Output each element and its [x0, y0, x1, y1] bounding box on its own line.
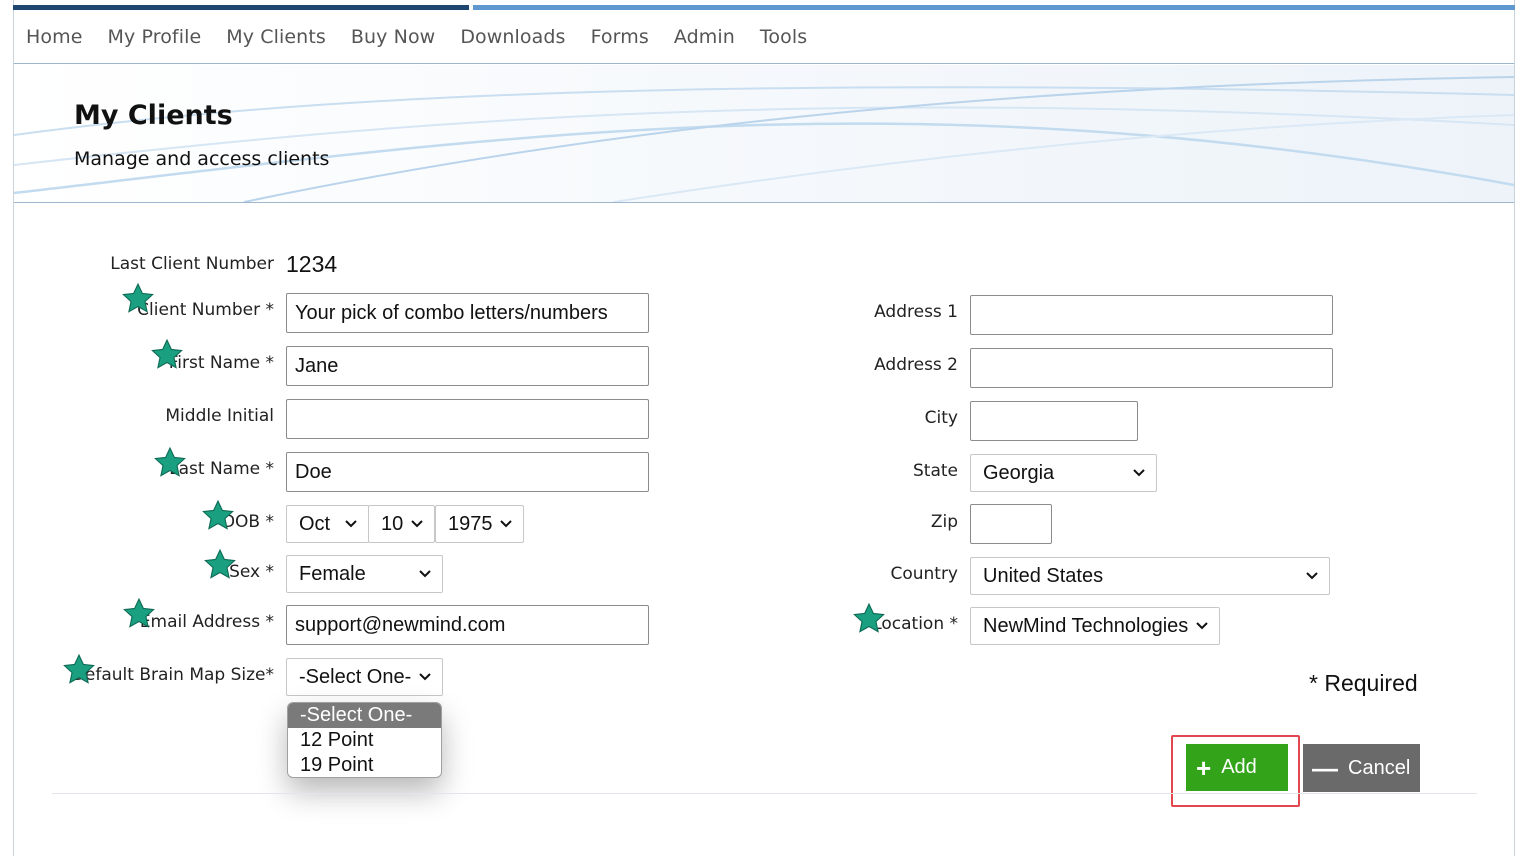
dob-month-value: Oct [299, 513, 331, 535]
brain-map-size-label: Default Brain Map Size* [71, 665, 274, 685]
chevron-down-icon [1306, 572, 1318, 580]
email-input[interactable]: support@newmind.com [286, 605, 649, 645]
sex-select[interactable]: Female [286, 555, 443, 593]
address2-label: Address 2 [874, 355, 958, 375]
city-label: City [924, 408, 958, 428]
dob-year-value: 1975 [448, 513, 493, 535]
chevron-down-icon [500, 520, 512, 528]
dropdown-option-select-one[interactable]: -Select One- [288, 703, 441, 728]
chevron-down-icon [1196, 622, 1208, 630]
client-number-label: Client Number * [137, 300, 274, 320]
star-icon [63, 653, 95, 684]
nav-item-home[interactable]: Home [26, 26, 83, 48]
last-client-number-label: Last Client Number [110, 254, 274, 274]
zip-input[interactable] [970, 504, 1052, 544]
chevron-down-icon [1133, 469, 1145, 477]
cancel-button-label: Cancel [1348, 756, 1411, 779]
dob-month-select[interactable]: Oct [286, 505, 369, 543]
page-banner: My Clients Manage and access clients [14, 65, 1514, 203]
middle-initial-input[interactable] [286, 399, 649, 439]
address1-input[interactable] [970, 295, 1333, 335]
state-label: State [913, 461, 958, 481]
state-value: Georgia [983, 462, 1055, 484]
dob-year-select[interactable]: 1975 [435, 505, 524, 543]
chevron-down-icon [345, 520, 357, 528]
nav-item-buy-now[interactable]: Buy Now [351, 26, 435, 48]
sex-value: Female [299, 563, 366, 585]
nav-item-my-profile[interactable]: My Profile [108, 26, 202, 48]
country-label: Country [890, 564, 958, 584]
plus-icon: + [1196, 752, 1212, 783]
dob-day-value: 10 [381, 513, 404, 535]
first-name-label: First Name * [168, 353, 274, 373]
middle-initial-label: Middle Initial [165, 406, 274, 426]
add-button[interactable]: + Add [1186, 744, 1288, 791]
brain-map-size-dropdown: -Select One- 12 Point 19 Point [287, 702, 442, 778]
location-select[interactable]: NewMind Technologies [970, 607, 1220, 645]
star-icon [151, 338, 183, 369]
location-value: NewMind Technologies [983, 615, 1189, 637]
brain-map-size-select[interactable]: -Select One- [286, 658, 443, 696]
city-input[interactable] [970, 401, 1138, 441]
nav-item-downloads[interactable]: Downloads [460, 26, 565, 48]
last-name-input[interactable]: Doe [286, 452, 649, 492]
state-select[interactable]: Georgia [970, 454, 1157, 492]
dropdown-option-19-point[interactable]: 19 Point [288, 753, 441, 777]
first-name-input[interactable]: Jane [286, 346, 649, 386]
star-icon [123, 597, 155, 628]
chevron-down-icon [419, 673, 431, 681]
chevron-down-icon [419, 570, 431, 578]
brain-map-size-value: -Select One- [299, 666, 412, 688]
minus-icon: — [1312, 753, 1338, 783]
star-icon [154, 446, 186, 477]
page-subtitle: Manage and access clients [74, 148, 330, 170]
email-label: Email Address * [139, 612, 274, 632]
nav-item-forms[interactable]: Forms [591, 26, 649, 48]
country-select[interactable]: United States [970, 557, 1330, 595]
star-icon [204, 548, 236, 579]
cancel-button[interactable]: — Cancel [1303, 744, 1420, 792]
form-divider [52, 793, 1477, 794]
banner-swoosh-decoration [14, 76, 1514, 202]
dob-day-select[interactable]: 10 [368, 505, 435, 543]
nav-item-my-clients[interactable]: My Clients [226, 26, 326, 48]
last-client-number-value: 1234 [286, 251, 338, 277]
star-icon [853, 602, 885, 633]
zip-label: Zip [930, 512, 958, 532]
add-button-label: Add [1221, 756, 1257, 778]
chevron-down-icon [411, 520, 423, 528]
nav-item-admin[interactable]: Admin [674, 26, 735, 48]
star-icon [202, 499, 234, 530]
main-nav: Home My Profile My Clients Buy Now Downl… [14, 10, 1514, 64]
page-title: My Clients [74, 100, 233, 131]
nav-item-tools[interactable]: Tools [760, 26, 807, 48]
address1-label: Address 1 [874, 302, 958, 322]
required-note: * Required [1309, 670, 1418, 696]
country-value: United States [983, 565, 1104, 587]
address2-input[interactable] [970, 348, 1333, 388]
client-number-input[interactable]: Your pick of combo letters/numbers [286, 293, 649, 333]
star-icon [122, 282, 154, 313]
dropdown-option-12-point[interactable]: 12 Point [288, 728, 441, 753]
